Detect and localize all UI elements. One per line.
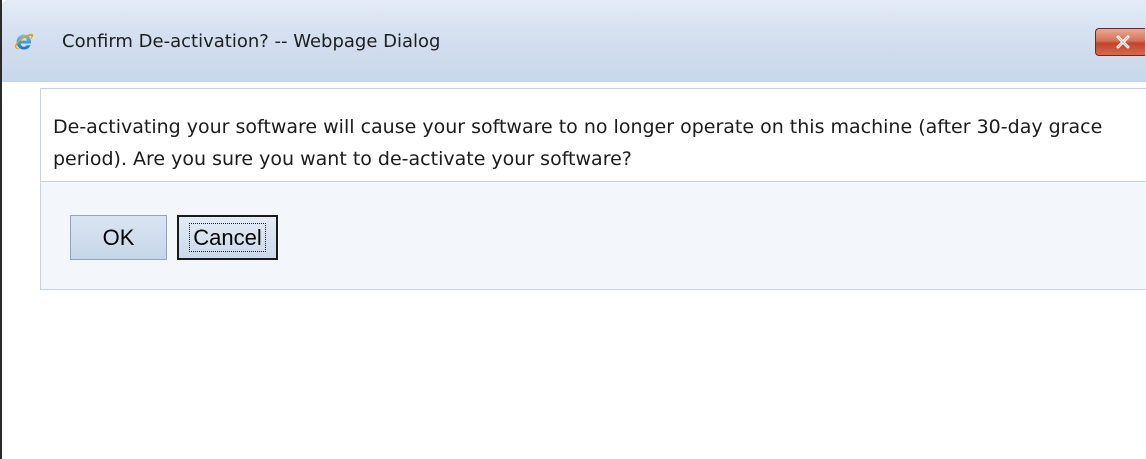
message-area: De-activating your software will cause y… xyxy=(41,89,1146,182)
close-icon xyxy=(1116,35,1130,49)
cancel-button-label: Cancel xyxy=(189,223,266,252)
cancel-button[interactable]: Cancel xyxy=(177,215,278,260)
internet-explorer-icon xyxy=(15,33,34,50)
window-title: Confirm De-activation? -- Webpage Dialog xyxy=(62,31,441,52)
message-panel: De-activating your software will cause y… xyxy=(40,88,1146,290)
title-bar[interactable]: Confirm De-activation? -- Webpage Dialog xyxy=(2,0,1146,82)
dialog-content: De-activating your software will cause y… xyxy=(2,82,1146,459)
ok-button[interactable]: OK xyxy=(70,215,167,260)
dialog-window: Confirm De-activation? -- Webpage Dialog… xyxy=(0,0,1146,459)
ok-button-label: OK xyxy=(102,224,135,250)
confirmation-message: De-activating your software will cause y… xyxy=(53,116,1103,170)
close-button[interactable] xyxy=(1095,28,1145,56)
